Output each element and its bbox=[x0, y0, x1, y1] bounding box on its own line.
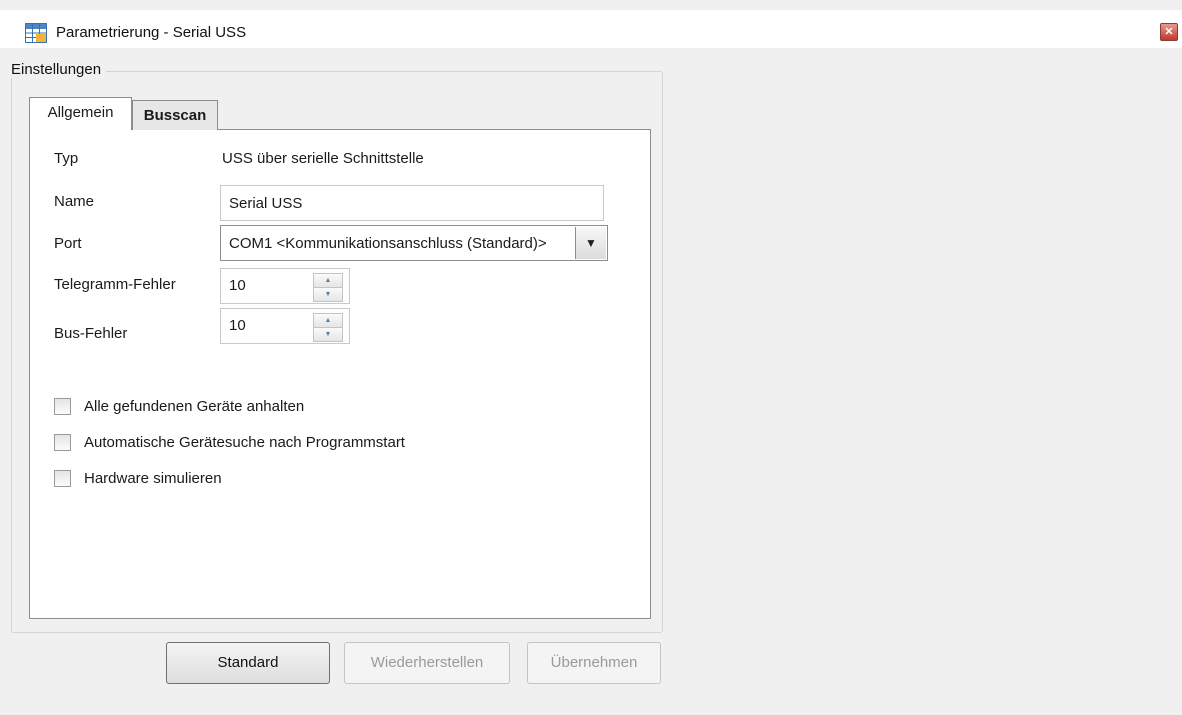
restore-button[interactable]: Wiederherstellen bbox=[344, 642, 510, 684]
close-icon: ✕ bbox=[1164, 26, 1174, 38]
standard-button[interactable]: Standard bbox=[166, 642, 330, 684]
tab-busscan-label: Busscan bbox=[143, 107, 207, 124]
bus-error-stepper[interactable]: 10 ▲ ▼ bbox=[220, 308, 350, 344]
type-label: Typ bbox=[54, 150, 79, 167]
checkbox-box[interactable] bbox=[54, 470, 71, 487]
tab-allgemein-label: Allgemein bbox=[47, 104, 114, 121]
checkbox-label: Hardware simulieren bbox=[84, 470, 222, 487]
port-selected-value: COM1 <Kommunikationsanschluss (Standard)… bbox=[229, 235, 547, 252]
chevron-down-icon[interactable]: ▼ bbox=[575, 227, 606, 259]
telegram-error-label: Telegramm-Fehler bbox=[54, 276, 176, 293]
checkbox-label: Alle gefundenen Geräte anhalten bbox=[84, 398, 305, 415]
name-input[interactable] bbox=[220, 185, 604, 221]
spin-down-icon[interactable]: ▼ bbox=[313, 327, 343, 342]
port-select[interactable]: COM1 <Kommunikationsanschluss (Standard)… bbox=[220, 225, 608, 261]
checkbox-box[interactable] bbox=[54, 398, 71, 415]
telegram-error-value[interactable]: 10 bbox=[229, 277, 246, 294]
window-title: Parametrierung - Serial USS bbox=[56, 24, 247, 41]
apply-button[interactable]: Übernehmen bbox=[527, 642, 661, 684]
spin-down-icon[interactable]: ▼ bbox=[313, 287, 343, 302]
port-label: Port bbox=[54, 235, 82, 252]
checkbox-label: Automatische Gerätesuche nach Programmst… bbox=[84, 434, 405, 451]
tab-allgemein[interactable]: Allgemein bbox=[29, 97, 132, 130]
checkbox-box[interactable] bbox=[54, 434, 71, 451]
close-button[interactable]: ✕ bbox=[1160, 23, 1178, 41]
title-bar: Parametrierung - Serial USS ✕ bbox=[0, 10, 1182, 48]
tab-busscan[interactable]: Busscan bbox=[132, 100, 218, 130]
spin-up-icon[interactable]: ▲ bbox=[313, 313, 343, 328]
telegram-error-stepper[interactable]: 10 ▲ ▼ bbox=[220, 268, 350, 304]
settings-group-label: Einstellungen bbox=[11, 61, 107, 78]
bus-error-label: Bus-Fehler bbox=[54, 325, 128, 342]
type-value: USS über serielle Schnittstelle bbox=[222, 150, 424, 167]
bus-error-value[interactable]: 10 bbox=[229, 317, 246, 334]
spin-up-icon[interactable]: ▲ bbox=[313, 273, 343, 288]
table-grid-icon bbox=[25, 23, 47, 43]
name-label: Name bbox=[54, 193, 95, 210]
